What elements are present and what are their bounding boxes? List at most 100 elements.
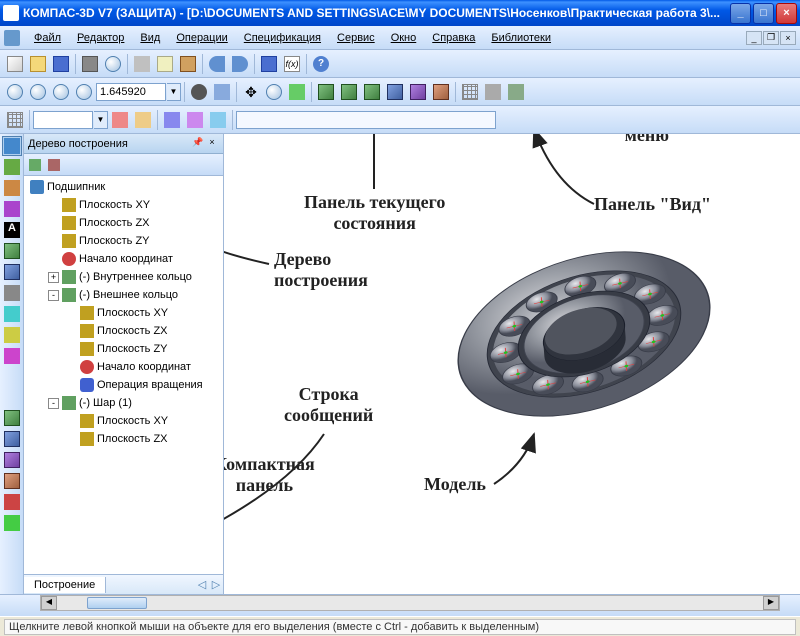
tree-node[interactable]: -(-) Шар (1) [26,394,221,412]
tree-expander[interactable]: - [48,398,59,409]
param-button[interactable] [184,109,206,131]
shaded-edges-button[interactable] [407,81,429,103]
menu-libraries[interactable]: Библиотеки [483,29,559,47]
tree-node[interactable]: Плоскость ZX [26,430,221,448]
cp-sketch-button[interactable] [2,157,22,177]
preview-button[interactable] [102,53,124,75]
cp-edit-button[interactable] [2,178,22,198]
tree-node[interactable]: Операция вращения [26,376,221,394]
menu-specification[interactable]: Спецификация [236,29,329,47]
menu-window[interactable]: Окно [383,29,425,47]
cp-loft-button[interactable] [2,450,22,470]
pan-button[interactable]: ✥ [240,81,262,103]
tree-expander[interactable]: - [48,290,59,301]
refresh-button[interactable] [286,81,308,103]
mdi-close-button[interactable]: × [780,31,796,45]
cp-text-button[interactable]: A [2,220,22,240]
copy-button[interactable] [154,53,176,75]
rebuild-button[interactable] [505,81,527,103]
tree-body[interactable]: Подшипник Плоскость XYПлоскость ZXПлоско… [24,176,223,574]
scroll-right-button[interactable]: ▶ [763,596,779,610]
zoom-out-button[interactable] [50,81,72,103]
cp-filter-button[interactable] [2,325,22,345]
menu-service[interactable]: Сервис [329,29,383,47]
h-scrollbar[interactable]: ◀ ▶ [40,595,780,611]
mdi-restore-button[interactable]: ❐ [763,31,779,45]
cp-cut-button[interactable] [2,492,22,512]
menu-view[interactable]: Вид [132,29,168,47]
layers-button[interactable] [207,109,229,131]
tree-node[interactable]: -(-) Внешнее кольцо [26,286,221,304]
state-field-line[interactable] [236,111,496,129]
close-button[interactable]: × [776,3,797,24]
help-button[interactable]: ? [310,53,332,75]
snap-button[interactable] [132,109,154,131]
tree-root[interactable]: Подшипник [26,178,221,196]
tree-pin-button[interactable]: 📌 [191,137,205,151]
menu-operations[interactable]: Операции [168,29,235,47]
zoom-value-input[interactable] [96,83,166,101]
scroll-left-button[interactable]: ◀ [41,596,57,610]
zoom-window-button[interactable] [4,81,26,103]
perspective-button[interactable] [430,81,452,103]
state-dropdown-1[interactable]: ▼ [94,111,108,129]
menu-file[interactable]: Файл [26,29,69,47]
orient-button[interactable] [211,81,233,103]
tree-node[interactable]: Плоскость ZY [26,340,221,358]
viewport[interactable]: Главное меню Панель "Вид" Панель текущег… [224,134,800,594]
ortho-button[interactable] [109,109,131,131]
undo-button[interactable] [206,53,228,75]
cp-spec-button[interactable] [2,346,22,366]
tree-node[interactable]: +(-) Внутреннее кольцо [26,268,221,286]
tree-tab-left[interactable]: ◁ [195,578,209,591]
state-field-1[interactable] [33,111,93,129]
no-hidden-button[interactable] [361,81,383,103]
rotate-button[interactable] [188,81,210,103]
tree-node[interactable]: Начало координат [26,358,221,376]
cp-assembly-button[interactable] [2,241,22,261]
section-button[interactable] [482,81,504,103]
save-button[interactable] [50,53,72,75]
cp-surface-button[interactable] [2,262,22,282]
print-button[interactable] [79,53,101,75]
paste-button[interactable] [177,53,199,75]
tree-node[interactable]: Плоскость XY [26,196,221,214]
tree-node[interactable]: Плоскость ZY [26,232,221,250]
redo-button[interactable] [229,53,251,75]
cut-button[interactable] [131,53,153,75]
tree-close-button[interactable]: × [205,137,219,151]
tree-expander[interactable]: + [48,272,59,283]
open-button[interactable] [27,53,49,75]
tree-node[interactable]: Начало координат [26,250,221,268]
minimize-button[interactable]: _ [730,3,751,24]
shaded-button[interactable] [384,81,406,103]
fx-button[interactable]: f(x) [281,53,303,75]
spec-button[interactable] [258,53,280,75]
cp-aux-button[interactable] [2,283,22,303]
zoom-region-button[interactable] [263,81,285,103]
mdi-minimize-button[interactable]: _ [746,31,762,45]
tree-node[interactable]: Плоскость XY [26,304,221,322]
zoom-in-button[interactable] [27,81,49,103]
cp-dims-button[interactable] [2,199,22,219]
cp-fillet-button[interactable] [2,513,22,533]
scroll-thumb[interactable] [87,597,147,609]
tree-tab-build[interactable]: Построение [24,577,106,593]
menu-help[interactable]: Справка [424,29,483,47]
cp-geometry-button[interactable] [2,136,22,156]
cp-sweep-button[interactable] [2,471,22,491]
simplify-button[interactable] [459,81,481,103]
local-cs-button[interactable] [161,109,183,131]
cp-measure-button[interactable] [2,304,22,324]
wireframe-button[interactable] [315,81,337,103]
tree-node[interactable]: Плоскость ZX [26,214,221,232]
zoom-fit-button[interactable] [73,81,95,103]
tree-tb1[interactable] [26,156,44,174]
cp-extrude-button[interactable] [2,408,22,428]
tree-tb2[interactable] [45,156,63,174]
hidden-lines-button[interactable] [338,81,360,103]
tree-node[interactable]: Плоскость XY [26,412,221,430]
menu-editor[interactable]: Редактор [69,29,132,47]
tree-tab-right[interactable]: ▷ [209,578,223,591]
cp-revolve-button[interactable] [2,429,22,449]
